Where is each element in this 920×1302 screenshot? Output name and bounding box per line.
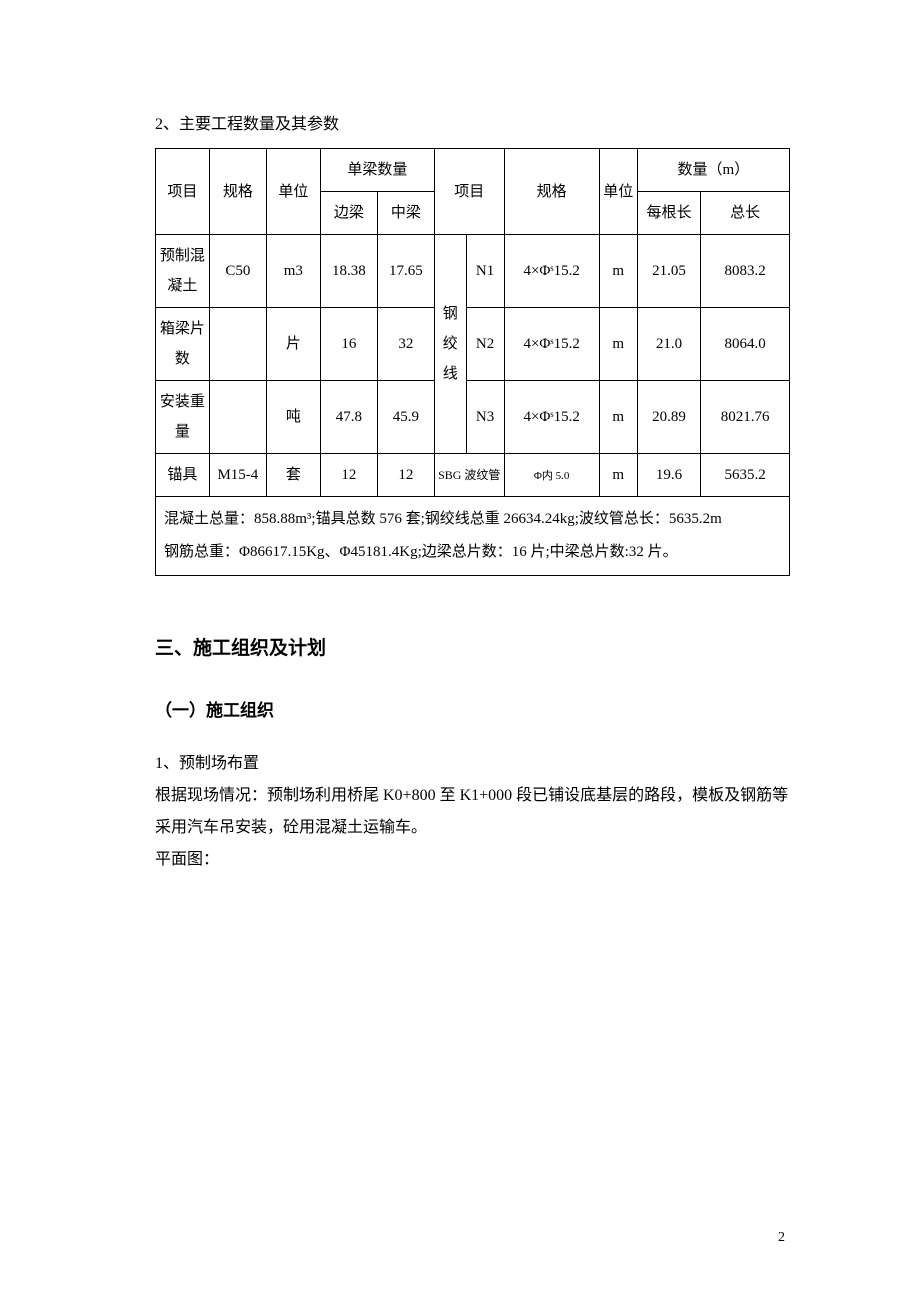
th-single-qty: 单梁数量 [320,149,434,192]
page-number: 2 [778,1225,785,1252]
th-unit: 单位 [266,149,320,235]
heading-subsection-1: （一）施工组织 [155,695,790,727]
cell-unit2: m [599,381,637,454]
th-side: 边梁 [320,192,377,235]
cell-spec [209,381,266,454]
cell-each: 19.6 [637,454,700,497]
cell-spec2: Φ内 5.0 [504,454,599,497]
cell-spec: C50 [209,235,266,308]
cell-spec: M15-4 [209,454,266,497]
body-paragraph-1: 根据现场情况：预制场利用桥尾 K0+800 至 K1+000 段已铺设底基层的路… [155,780,790,844]
cell-item2: N2 [466,308,504,381]
summary-line-2: 钢筋总重：Φ86617.15Kg、Φ45181.4Kg;边梁总片数：16 片;中… [164,536,787,569]
cell-item: 预制混凝土 [156,235,210,308]
table-row: 预制混凝土 C50 m3 18.38 17.65 钢绞线 N1 4×Φˢ15.2… [156,235,790,308]
cell-side: 47.8 [320,381,377,454]
cell-group2: 钢绞线 [434,235,466,454]
th-item2: 项目 [434,149,504,235]
cell-item: 箱梁片数 [156,308,210,381]
cell-unit: 吨 [266,381,320,454]
cell-item: 安装重量 [156,381,210,454]
th-mid: 中梁 [377,192,434,235]
summary-line-1: 混凝土总量：858.88m³;锚具总数 576 套;钢绞线总重 26634.24… [164,503,787,536]
th-spec: 规格 [209,149,266,235]
cell-spec [209,308,266,381]
table-row: 锚具 M15-4 套 12 12 SBG 波纹管 Φ内 5.0 m 19.6 5… [156,454,790,497]
cell-total: 5635.2 [701,454,790,497]
cell-total: 8021.76 [701,381,790,454]
cell-spec2: 4×Φˢ15.2 [504,308,599,381]
cell-side: 18.38 [320,235,377,308]
body-num-title: 1、预制场布置 [155,748,790,780]
cell-mid: 17.65 [377,235,434,308]
summary-cell: 混凝土总量：858.88m³;锚具总数 576 套;钢绞线总重 26634.24… [156,497,790,576]
cell-total: 8083.2 [701,235,790,308]
cell-mid: 12 [377,454,434,497]
table-header-row-1: 项目 规格 单位 单梁数量 项目 规格 单位 数量（m） [156,149,790,192]
cell-unit: m3 [266,235,320,308]
cell-unit: 片 [266,308,320,381]
quantities-table: 项目 规格 单位 单梁数量 项目 规格 单位 数量（m） 边梁 中梁 每根长 总… [155,148,790,576]
cell-group2-sbg: SBG 波纹管 [434,454,504,497]
cell-total: 8064.0 [701,308,790,381]
th-item: 项目 [156,149,210,235]
section-2-title: 2、主要工程数量及其参数 [155,110,790,140]
cell-each: 21.05 [637,235,700,308]
heading-section-3: 三、施工组织及计划 [155,631,790,667]
th-qty-m: 数量（m） [637,149,789,192]
cell-spec2: 4×Φˢ15.2 [504,235,599,308]
cell-side: 12 [320,454,377,497]
cell-mid: 32 [377,308,434,381]
cell-item: 锚具 [156,454,210,497]
cell-each: 20.89 [637,381,700,454]
th-total-len: 总长 [701,192,790,235]
cell-unit2: m [599,308,637,381]
cell-spec2: 4×Φˢ15.2 [504,381,599,454]
table-row: 安装重量 吨 47.8 45.9 N3 4×Φˢ15.2 m 20.89 802… [156,381,790,454]
cell-each: 21.0 [637,308,700,381]
cell-unit: 套 [266,454,320,497]
table-summary-row: 混凝土总量：858.88m³;锚具总数 576 套;钢绞线总重 26634.24… [156,497,790,576]
th-unit2: 单位 [599,149,637,235]
cell-unit2: m [599,454,637,497]
th-each-len: 每根长 [637,192,700,235]
cell-item2: N1 [466,235,504,308]
cell-item2: N3 [466,381,504,454]
th-spec2: 规格 [504,149,599,235]
body-paragraph-2: 平面图： [155,844,790,876]
cell-side: 16 [320,308,377,381]
cell-mid: 45.9 [377,381,434,454]
table-row: 箱梁片数 片 16 32 N2 4×Φˢ15.2 m 21.0 8064.0 [156,308,790,381]
cell-unit2: m [599,235,637,308]
